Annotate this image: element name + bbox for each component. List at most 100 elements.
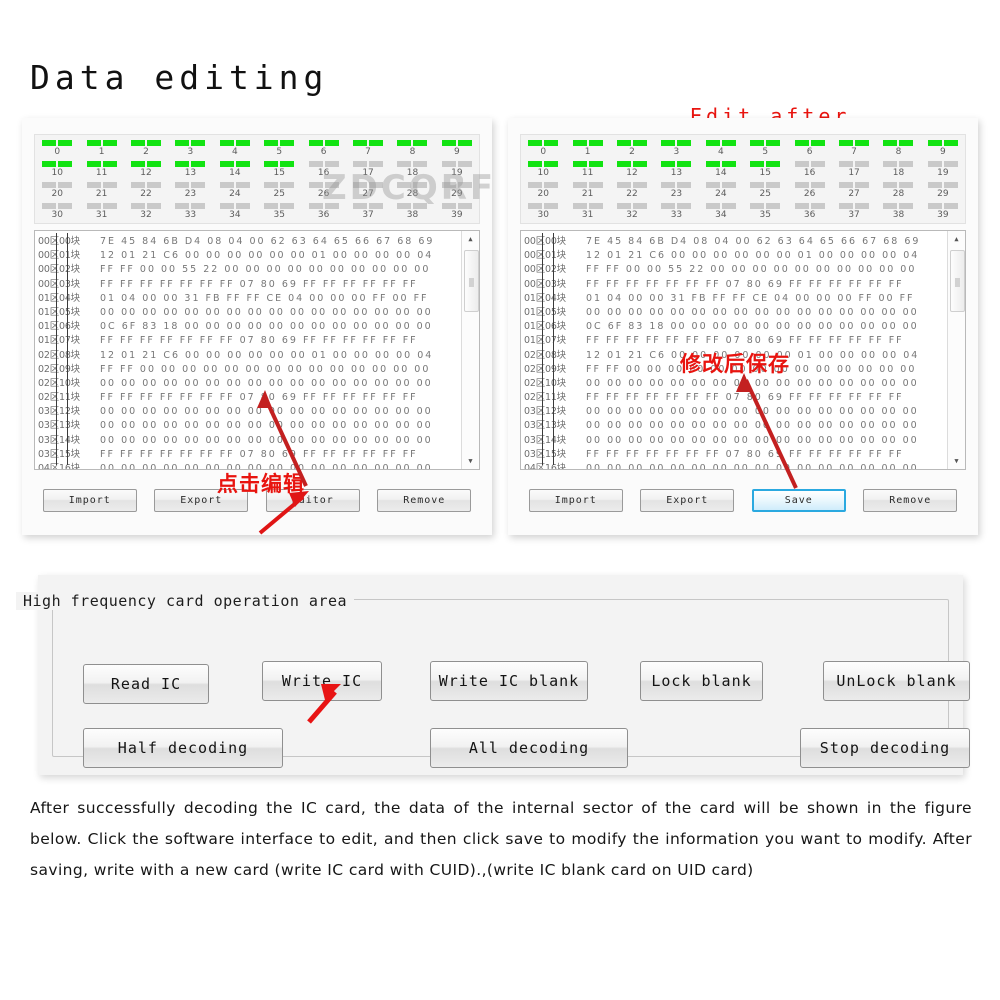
vertical-scrollbar-before[interactable]: ▲ ▼ [461, 231, 479, 469]
sector-cell-2[interactable]: 2 [124, 139, 168, 160]
sector-cell-25[interactable]: 25 [257, 181, 301, 202]
sector-cell-3[interactable]: 3 [168, 139, 212, 160]
table-row[interactable]: 03区12块 00 00 00 00 00 00 00 00 00 00 00 0… [524, 403, 948, 417]
sector-cell-39[interactable]: 39 [921, 202, 965, 223]
hex-row-bytes[interactable]: 7E 45 84 6B D4 08 04 00 62 63 64 65 66 6… [586, 236, 920, 247]
sector-cell-8[interactable]: 8 [876, 139, 920, 160]
hex-row-bytes[interactable]: FF FF FF FF FF FF FF 07 80 69 FF FF FF F… [100, 449, 418, 460]
panel-button-import[interactable]: Import [528, 488, 623, 512]
hex-row-bytes[interactable]: 00 00 00 00 00 00 00 00 00 00 00 00 00 0… [100, 420, 433, 431]
scroll-down-arrow-icon[interactable]: ▼ [462, 453, 479, 469]
hf-button-write-ic[interactable]: Write IC [262, 661, 382, 701]
sector-cell-4[interactable]: 4 [699, 139, 743, 160]
panel-button-export[interactable]: Export [640, 488, 735, 512]
hex-row-bytes[interactable]: 00 00 00 00 00 00 00 00 00 00 00 00 00 0… [586, 463, 919, 469]
panel-button-save[interactable]: Save [751, 488, 846, 512]
table-row[interactable]: 00区03块 FF FF FF FF FF FF FF 07 80 69 FF F… [524, 276, 948, 290]
table-row[interactable]: 01区04块 01 04 00 00 31 FB FF FF CE 04 00 0… [38, 290, 462, 304]
table-row[interactable]: 03区14块 00 00 00 00 00 00 00 00 00 00 00 0… [38, 432, 462, 446]
sector-cell-9[interactable]: 9 [435, 139, 479, 160]
sector-cell-12[interactable]: 12 [124, 160, 168, 181]
hf-button-unlock-blank[interactable]: UnLock blank [823, 661, 970, 701]
sector-cell-26[interactable]: 26 [787, 181, 831, 202]
sector-cell-7[interactable]: 7 [346, 139, 390, 160]
sector-cell-21[interactable]: 21 [79, 181, 123, 202]
hex-row-bytes[interactable]: 00 00 00 00 00 00 00 00 00 00 00 00 00 0… [586, 378, 919, 389]
hex-row-bytes[interactable]: FF FF FF FF FF FF FF 07 80 69 FF FF FF F… [100, 335, 418, 346]
sector-cell-35[interactable]: 35 [743, 202, 787, 223]
sector-cell-37[interactable]: 37 [832, 202, 876, 223]
hex-row-bytes[interactable]: 00 00 00 00 00 00 00 00 00 00 00 00 00 0… [100, 307, 433, 318]
sector-cell-22[interactable]: 22 [610, 181, 654, 202]
hf-button-half-decoding[interactable]: Half decoding [83, 728, 283, 768]
scrollbar-thumb[interactable] [464, 250, 479, 312]
hex-row-bytes[interactable]: 0C 6F 83 18 00 00 00 00 00 00 00 00 00 0… [586, 321, 919, 332]
sector-cell-16[interactable]: 16 [301, 160, 345, 181]
panel-button-import[interactable]: Import [42, 488, 137, 512]
table-row[interactable]: 01区07块 FF FF FF FF FF FF FF 07 80 69 FF F… [524, 332, 948, 346]
hex-scroll-area-before[interactable]: 00区00块 7E 45 84 6B D4 08 04 00 62 63 64 6… [35, 231, 462, 469]
sector-cell-20[interactable]: 20 [35, 181, 79, 202]
sector-cell-24[interactable]: 24 [213, 181, 257, 202]
sector-cell-21[interactable]: 21 [565, 181, 609, 202]
sector-cell-34[interactable]: 34 [699, 202, 743, 223]
sector-cell-7[interactable]: 7 [832, 139, 876, 160]
scrollbar-thumb[interactable] [950, 250, 965, 312]
panel-button-remove[interactable]: Remove [863, 488, 958, 512]
panel-button-remove[interactable]: Remove [377, 488, 472, 512]
hex-row-bytes[interactable]: 00 00 00 00 00 00 00 00 00 00 00 00 00 0… [100, 406, 433, 417]
table-row[interactable]: 00区00块 7E 45 84 6B D4 08 04 00 62 63 64 6… [38, 233, 462, 247]
sector-cell-11[interactable]: 11 [79, 160, 123, 181]
sector-cell-17[interactable]: 17 [346, 160, 390, 181]
sector-cell-33[interactable]: 33 [168, 202, 212, 223]
sector-cell-0[interactable]: 0 [35, 139, 79, 160]
hf-button-lock-blank[interactable]: Lock blank [640, 661, 763, 701]
sector-cell-30[interactable]: 30 [521, 202, 565, 223]
hex-row-bytes[interactable]: FF FF FF FF FF FF FF 07 80 69 FF FF FF F… [586, 335, 904, 346]
sector-cell-27[interactable]: 27 [346, 181, 390, 202]
table-row[interactable]: 01区05块 00 00 00 00 00 00 00 00 00 00 00 0… [38, 304, 462, 318]
sector-cell-13[interactable]: 13 [654, 160, 698, 181]
hex-row-bytes[interactable]: 00 00 00 00 00 00 00 00 00 00 00 00 00 0… [586, 420, 919, 431]
hex-row-bytes[interactable]: FF FF FF FF FF FF FF 07 80 69 FF FF FF F… [586, 279, 904, 290]
sector-cell-18[interactable]: 18 [876, 160, 920, 181]
sector-cell-33[interactable]: 33 [654, 202, 698, 223]
sector-cell-22[interactable]: 22 [124, 181, 168, 202]
hex-row-bytes[interactable]: 00 00 00 00 00 00 00 00 00 00 00 00 00 0… [586, 435, 919, 446]
sector-cell-12[interactable]: 12 [610, 160, 654, 181]
sector-cell-3[interactable]: 3 [654, 139, 698, 160]
sector-cell-0[interactable]: 0 [521, 139, 565, 160]
table-row[interactable]: 04区16块 00 00 00 00 00 00 00 00 00 00 00 0… [524, 460, 948, 469]
sector-cell-1[interactable]: 1 [565, 139, 609, 160]
table-row[interactable]: 03区15块 FF FF FF FF FF FF FF 07 80 69 FF F… [38, 446, 462, 460]
sector-cell-37[interactable]: 37 [346, 202, 390, 223]
sector-cell-29[interactable]: 29 [435, 181, 479, 202]
hex-row-bytes[interactable]: FF FF 00 00 55 22 00 00 00 00 00 00 00 0… [100, 264, 430, 275]
sector-cell-13[interactable]: 13 [168, 160, 212, 181]
sector-cell-8[interactable]: 8 [390, 139, 434, 160]
sector-cell-6[interactable]: 6 [301, 139, 345, 160]
sector-cell-23[interactable]: 23 [168, 181, 212, 202]
sector-cell-24[interactable]: 24 [699, 181, 743, 202]
table-row[interactable]: 02区11块 FF FF FF FF FF FF FF 07 80 69 FF F… [524, 389, 948, 403]
sector-cell-5[interactable]: 5 [743, 139, 787, 160]
sector-cell-25[interactable]: 25 [743, 181, 787, 202]
sector-cell-14[interactable]: 14 [699, 160, 743, 181]
scroll-down-arrow-icon[interactable]: ▼ [948, 453, 965, 469]
hex-row-bytes[interactable]: FF FF 00 00 55 22 00 00 00 00 00 00 00 0… [586, 264, 916, 275]
sector-cell-15[interactable]: 15 [257, 160, 301, 181]
table-row[interactable]: 01区04块 01 04 00 00 31 FB FF FF CE 04 00 0… [524, 290, 948, 304]
sector-cell-20[interactable]: 20 [521, 181, 565, 202]
sector-cell-19[interactable]: 19 [921, 160, 965, 181]
vertical-scrollbar-after[interactable]: ▲ ▼ [947, 231, 965, 469]
table-row[interactable]: 00区03块 FF FF FF FF FF FF FF 07 80 69 FF F… [38, 276, 462, 290]
table-row[interactable]: 01区06块 0C 6F 83 18 00 00 00 00 00 00 00 0… [38, 318, 462, 332]
sector-cell-36[interactable]: 36 [301, 202, 345, 223]
sector-cell-5[interactable]: 5 [257, 139, 301, 160]
hex-row-bytes[interactable]: 12 01 21 C6 00 00 00 00 00 00 01 00 00 0… [100, 250, 433, 261]
sector-cell-15[interactable]: 15 [743, 160, 787, 181]
sector-cell-6[interactable]: 6 [787, 139, 831, 160]
table-row[interactable]: 03区14块 00 00 00 00 00 00 00 00 00 00 00 0… [524, 432, 948, 446]
table-row[interactable]: 02区11块 FF FF FF FF FF FF FF 07 80 69 FF F… [38, 389, 462, 403]
hex-row-bytes[interactable]: 7E 45 84 6B D4 08 04 00 62 63 64 65 66 6… [100, 236, 434, 247]
